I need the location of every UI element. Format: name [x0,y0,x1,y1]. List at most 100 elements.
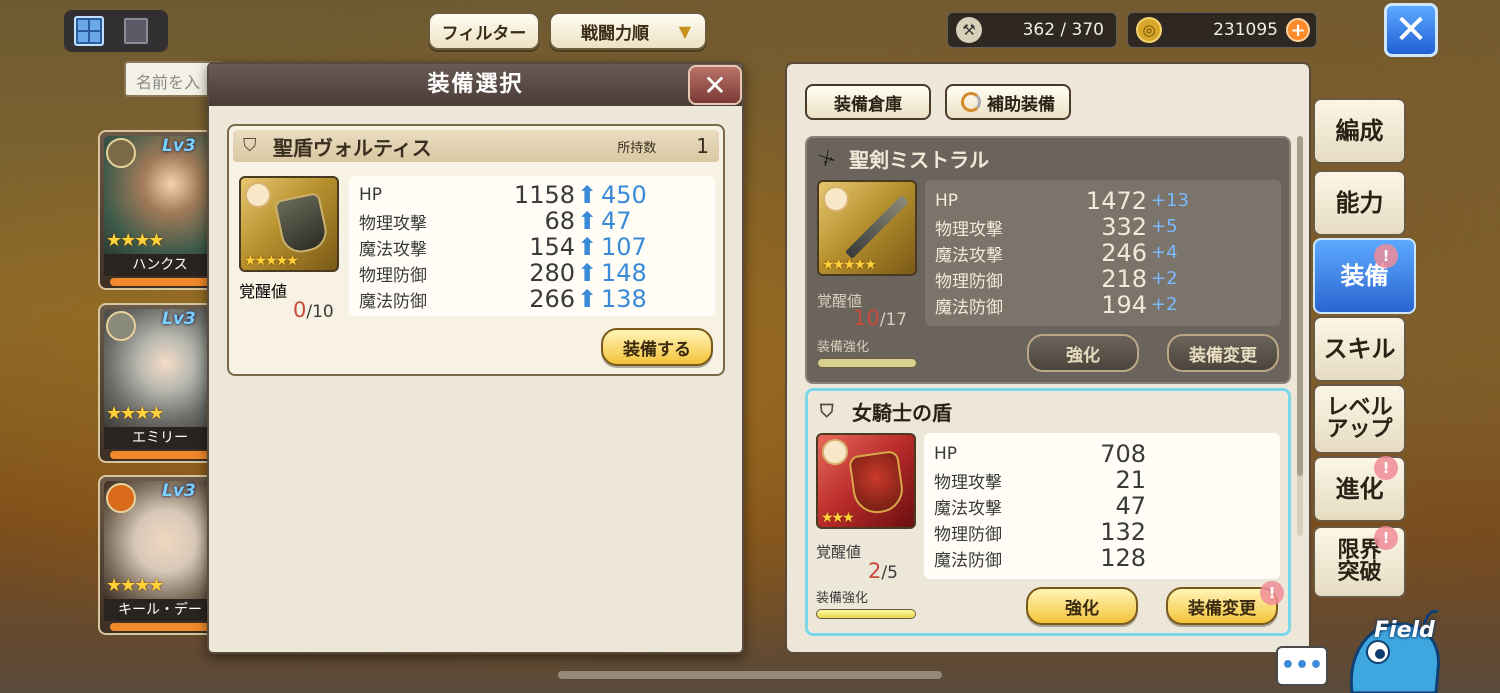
awaken-current: 2 [868,559,882,583]
character-level: Lv3 [162,136,196,156]
item-title-bar: ⛉ 聖盾ヴォルティス 所持数 1 [233,130,719,162]
sword-art [845,195,909,259]
shield-art [848,449,906,517]
assist-equipment-tab[interactable]: 補助装備 [945,84,1071,120]
stat-value: 68 [544,207,575,235]
view-toggle [64,10,168,52]
arrow-up-icon: ⬆ [577,181,598,209]
awaken-max: /17 [879,310,908,330]
weapon-slot[interactable]: ⚔ 聖剣ミストラル ★★★★★ 覚醒値 10/17 装備強化 HP 1472 +… [805,136,1291,384]
stat-row: 魔法防御 128 [934,544,1290,572]
crest-icon [106,138,136,168]
field-button[interactable]: Field [1338,600,1446,693]
sword-icon: ⚔ [814,145,840,172]
portrait-icon [245,182,271,208]
modal-close-button[interactable]: ✕ [688,65,742,105]
character-name: キール・デー [104,599,216,621]
awaken-value: 0/10 [293,298,334,322]
list-view-icon[interactable] [124,18,148,44]
stat-increase: 138 [601,285,647,313]
close-screen-button[interactable]: ✕ [1384,3,1438,57]
alert-badge: ! [1374,526,1398,550]
stat-value: 1158 [513,181,575,209]
stat-row: 魔法攻撃 246 +4 [935,239,1291,267]
tab-level-up[interactable]: レベル アップ [1313,384,1406,454]
item-thumbnail: ★★★★★ [817,180,917,276]
stat-value: 194 [1101,291,1147,319]
stat-increase: 450 [601,181,647,209]
stat-name: 物理攻撃 [934,472,1002,493]
arrow-up-icon: ⬆ [577,259,598,287]
scrollbar-thumb[interactable] [1297,136,1303,476]
equip-button[interactable]: 装備する [601,328,713,366]
owned-label: 所持数 [617,140,657,156]
shield-slot[interactable]: ⛉ 女騎士の盾 ★★★ 覚醒値 2/5 装備強化 HP 708 物理攻撃 21 … [805,388,1291,636]
stat-value: 708 [1100,440,1146,468]
stat-name: 物理防御 [934,524,1002,545]
awaken-current: 0 [293,298,307,322]
tab-ability[interactable]: 能力 [1313,170,1406,236]
add-gold-button[interactable]: + [1286,18,1310,42]
equipment-warehouse-tab[interactable]: 装備倉庫 [805,84,931,120]
stat-name: HP [934,444,958,464]
modal-title: 装備選択 [209,64,742,106]
stat-row: HP 1158 ⬆ 450 [359,181,725,209]
stat-value: 21 [1115,466,1146,494]
portrait-icon [823,186,849,212]
enhance-label: 装備強化 [816,591,869,606]
field-label: Field [1374,618,1435,643]
change-equipment-button[interactable]: 装備変更 [1167,334,1279,372]
chevron-down-icon: ▼ [678,21,691,41]
item-card[interactable]: ⛉ 聖盾ヴォルティス 所持数 1 ★★★★★ 覚醒値 0/10 HP 1158 … [227,124,725,376]
tab-limit-break[interactable]: 限界 突破 ! [1313,526,1406,598]
arrow-up-icon: ⬆ [577,207,598,235]
character-name: エミリー [104,427,216,449]
rarity-stars: ★★★★★ [244,253,299,269]
strengthen-button[interactable]: 強化 [1026,587,1138,625]
stat-row: 物理攻撃 332 +5 [935,213,1291,241]
rarity-stars: ★★★★ [106,403,165,424]
stat-value: 1472 [1085,187,1147,215]
tab-label: 能力 [1335,189,1384,217]
filter-button[interactable]: フィルター [428,12,540,50]
stat-value: 266 [529,285,575,313]
stat-value: 154 [529,233,575,261]
sync-icon [961,92,981,112]
tab-equipment[interactable]: 装備 ! [1313,238,1416,314]
character-card[interactable]: Lv3 ★★★★ ハンクス [98,130,218,290]
character-level: Lv3 [162,481,196,501]
character-card[interactable]: Lv3 ★★★★ エミリー [98,303,218,463]
hp-bar [110,451,210,459]
sort-dropdown[interactable]: 戦闘力順 ▼ [549,12,707,50]
stat-value: 132 [1100,518,1146,546]
stat-row: 魔法攻撃 47 [934,492,1290,520]
stat-increase: 107 [601,233,647,261]
stat-row: 魔法攻撃 154 ⬆ 107 [359,233,725,261]
stat-bonus: +2 [1151,294,1178,315]
alert-badge: ! [1260,581,1284,605]
stat-name: HP [359,185,383,205]
enhance-bar [817,358,917,368]
tab-evolution[interactable]: 進化 ! [1313,456,1406,522]
stat-name: 魔法防御 [934,550,1002,571]
gold-counter: ◎ 231095 + [1127,12,1317,48]
character-card[interactable]: Lv3 ★★★★ キール・デー [98,475,218,635]
scrollbar[interactable] [1297,136,1303,536]
field-mascot-icon [1349,609,1441,693]
crest-icon [106,483,136,513]
stamina-value: 362 / 370 [1022,20,1104,40]
tab-label: 補助装備 [987,94,1055,115]
stamina-counter: ⚒ 362 / 370 [947,12,1117,48]
stat-value: 218 [1101,265,1147,293]
tab-skill[interactable]: スキル [1313,316,1406,382]
tab-formation[interactable]: 編成 [1313,98,1406,164]
stat-name: 魔法攻撃 [359,239,427,260]
stat-row: 物理攻撃 68 ⬆ 47 [359,207,725,235]
tab-label: 進化 [1335,475,1384,503]
grid-view-icon[interactable] [74,16,104,46]
shield-icon: ⛉ [820,400,834,422]
stat-row: 魔法防御 266 ⬆ 138 [359,285,725,313]
chat-button[interactable]: ••• [1276,646,1328,686]
strengthen-button[interactable]: 強化 [1027,334,1139,372]
shield-art [273,191,331,257]
